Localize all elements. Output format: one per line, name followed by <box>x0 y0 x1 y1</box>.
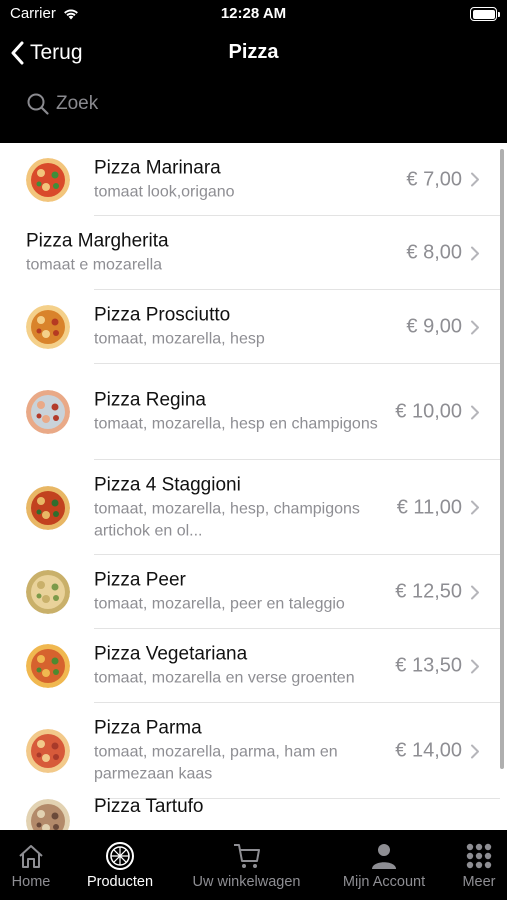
vegetariana-thumb <box>26 644 70 688</box>
product-row[interactable]: Pizza Parma tomaat, mozarella, parma, ham… <box>0 703 500 799</box>
chevron-right-icon <box>471 500 479 515</box>
chevron-right-icon <box>471 585 479 599</box>
product-description: tomaat, mozarella, hesp, champigons arti… <box>94 500 360 539</box>
product-name: Pizza Regina <box>94 389 206 411</box>
grid-icon <box>466 843 492 869</box>
price-group: € 14,00 <box>395 740 480 763</box>
product-description: tomaat, mozarella, hesp en champigons <box>94 415 378 433</box>
staggioni-thumb <box>26 485 70 530</box>
tartufo-thumb <box>26 799 70 830</box>
product-description: tomaat, mozarella, peer en taleggio <box>94 595 345 613</box>
nav-bar: Terug Pizza <box>0 30 507 143</box>
product-price: € 12,50 <box>395 580 462 603</box>
pizza-icon <box>106 842 134 870</box>
product-description: tomaat e mozarella <box>26 256 163 274</box>
product-price: € 10,00 <box>395 400 462 423</box>
peer-thumb <box>26 570 70 614</box>
product-price: € 7,00 <box>406 168 462 190</box>
product-name: Pizza Parma <box>94 717 202 739</box>
product-info: Pizza 4 Staggioni tomaat, mozarella, hesp… <box>94 473 380 542</box>
tab-label: Home <box>11 874 51 890</box>
tab-label: Meer <box>462 874 496 890</box>
product-description: tomaat, mozarella, hesp <box>94 330 265 348</box>
product-description: tomaat look,origano <box>94 183 235 200</box>
battery-icon <box>470 7 500 21</box>
product-price: € 8,00 <box>406 241 462 264</box>
search-input[interactable] <box>56 93 456 115</box>
chevron-right-icon <box>471 744 479 758</box>
product-price: € 9,00 <box>406 315 462 338</box>
tab-label: Mijn Account <box>342 874 426 890</box>
tab-producten[interactable]: Producten <box>78 830 162 900</box>
product-row[interactable]: Pizza 4 Staggioni tomaat, mozarella, hesp… <box>0 460 500 555</box>
product-info: Pizza Prosciutto tomaat, mozarella, hesp <box>94 304 380 351</box>
product-price: € 11,00 <box>396 496 462 518</box>
chevron-right-icon <box>471 172 479 187</box>
price-group: € 12,50 <box>395 581 480 604</box>
chevron-right-icon <box>471 405 479 419</box>
product-row[interactable]: Pizza Margherita tomaat e mozarella € 8,00 <box>0 216 500 290</box>
back-label: Terug <box>30 41 83 64</box>
product-name: Pizza Prosciutto <box>94 304 231 326</box>
tab-mijn-account[interactable]: Mijn Account <box>332 830 436 900</box>
tab-meer[interactable]: Meer <box>456 830 502 900</box>
product-name: Pizza Peer <box>94 569 186 591</box>
chevron-right-icon <box>471 320 479 334</box>
product-row[interactable]: Pizza Tartufo <box>0 796 500 830</box>
person-icon <box>372 844 396 869</box>
scrollbar[interactable] <box>500 149 504 769</box>
back-button[interactable]: Terug <box>10 38 83 68</box>
chevron-right-icon <box>471 246 479 260</box>
tab-label: Uw winkelwagen <box>192 874 301 890</box>
product-name: Pizza 4 Staggioni <box>94 474 241 495</box>
product-price: € 13,50 <box>395 654 462 677</box>
product-info: Pizza Marinara tomaat look,origano <box>94 156 380 203</box>
status-time: 12:28 AM <box>220 5 287 22</box>
price-group: € 13,50 <box>395 655 480 678</box>
product-description: tomaat, mozarella en verse groenten <box>94 669 355 687</box>
product-description: tomaat, mozarella, parma, ham en parmeza… <box>94 743 338 783</box>
product-name: Pizza Margherita <box>26 230 169 252</box>
price-group: € 10,00 <box>395 401 480 424</box>
product-info: Pizza Regina tomaat, mozarella, hesp en c… <box>94 389 380 436</box>
tab-label: Producten <box>86 874 154 890</box>
product-price: € 14,00 <box>395 739 462 762</box>
product-info: Pizza Tartufo <box>94 795 380 819</box>
regina-thumb <box>26 390 70 434</box>
product-info: Pizza Parma tomaat, mozarella, parma, ham… <box>94 717 380 786</box>
product-row[interactable]: Pizza Regina tomaat, mozarella, hesp en c… <box>0 364 500 460</box>
product-name: Pizza Marinara <box>94 157 221 178</box>
parma-thumb <box>26 729 70 773</box>
search-icon <box>27 93 49 115</box>
chevron-right-icon <box>471 659 479 673</box>
product-row[interactable]: Pizza Marinara tomaat look,origano € 7,00 <box>0 143 500 216</box>
margherita-thumb <box>26 157 70 202</box>
tab-winkelwagen[interactable]: Uw winkelwagen <box>184 830 309 900</box>
product-info: Pizza Margherita tomaat e mozarella <box>26 230 380 277</box>
chevron-left-icon <box>11 41 24 65</box>
tab-bar: Home Producten Uw winkelwagen Mijn Accou… <box>0 830 507 900</box>
price-group: € 11,00 <box>397 496 480 519</box>
status-bar: Carrier 12:28 AM <box>0 0 507 30</box>
prosciutto-thumb <box>26 305 70 349</box>
product-row[interactable]: Pizza Prosciutto tomaat, mozarella, hesp €… <box>0 290 500 364</box>
product-info: Pizza Vegetariana tomaat, mozarella en ve… <box>94 643 380 690</box>
product-info: Pizza Peer tomaat, mozarella, peer en tal… <box>94 569 380 616</box>
product-row[interactable]: Pizza Peer tomaat, mozarella, peer en tal… <box>0 555 500 629</box>
home-icon <box>19 845 43 868</box>
product-row[interactable]: Pizza Vegetariana tomaat, mozarella en ve… <box>0 629 500 703</box>
product-name: Pizza Tartufo <box>94 796 204 817</box>
product-list[interactable]: Pizza Marinara tomaat look,origano € 7,00 P… <box>0 143 507 830</box>
search-bar[interactable] <box>26 88 481 120</box>
price-group: € 8,00 <box>406 242 480 265</box>
price-group: € 9,00 <box>406 316 480 339</box>
tab-home[interactable]: Home <box>0 830 62 900</box>
product-name: Pizza Vegetariana <box>94 643 248 665</box>
price-group: € 7,00 <box>406 168 480 191</box>
cart-icon <box>233 844 260 868</box>
